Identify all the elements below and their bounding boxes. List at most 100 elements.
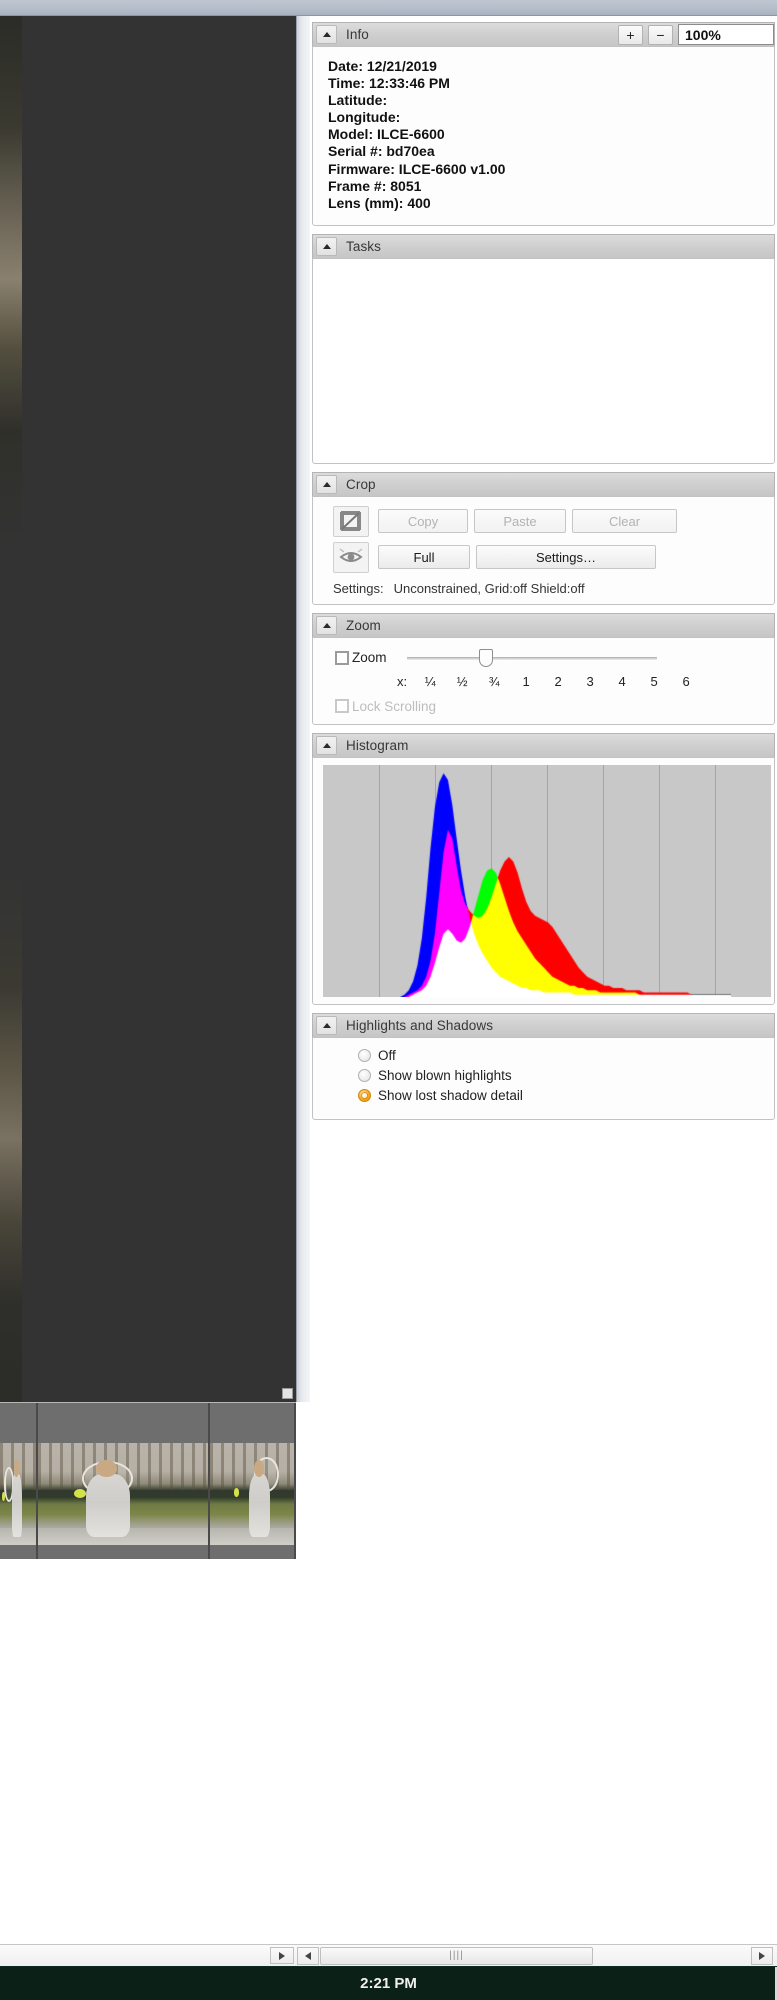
crop-copy-button[interactable]: Copy — [378, 509, 468, 534]
crop-frame-icon[interactable] — [333, 505, 369, 537]
zoom-tick-8[interactable]: 6 — [675, 674, 697, 689]
zoom-toggle-row: Zoom — [313, 648, 774, 667]
list-item[interactable] — [210, 1403, 296, 1559]
panel-zoom-body: Zoom x: ¼ ½ ¾ 1 2 3 4 5 6 Lock Scrolling — [312, 636, 775, 725]
radio-off-label: Off — [378, 1047, 396, 1063]
zoom-tick-0[interactable]: ¼ — [419, 674, 441, 689]
lock-scrolling-checkbox[interactable] — [335, 699, 349, 714]
scrollbar-thumb[interactable]: |||| — [320, 1946, 593, 1965]
zoom-in-button[interactable]: + — [618, 24, 643, 45]
zoom-tick-5[interactable]: 3 — [579, 674, 601, 689]
zoom-slider[interactable] — [406, 648, 657, 667]
zoom-tick-6[interactable]: 4 — [611, 674, 633, 689]
panel-crop-title: Crop — [346, 476, 376, 492]
info-line-firmware: Firmware: ILCE-6600 v1.00 — [328, 160, 506, 177]
panel-info-body: Date: 12/21/2019 Time: 12:33:46 PM Latit… — [312, 46, 775, 226]
info-line-model: Model: ILCE-6600 — [328, 126, 445, 143]
disclosure-triangle-icon[interactable] — [316, 735, 337, 755]
thumbnail-image — [210, 1443, 294, 1545]
radio-option-off[interactable]: Off — [313, 1048, 774, 1063]
crop-settings-value: Unconstrained, Grid:off Shield:off — [393, 580, 585, 596]
histogram-chart[interactable] — [323, 764, 771, 997]
zoom-tick-3[interactable]: 1 — [515, 674, 537, 689]
zoom-slider-thumb[interactable] — [478, 648, 493, 667]
thumbnail-image — [0, 1443, 36, 1545]
zoom-out-button[interactable]: − — [648, 24, 673, 45]
zoom-tick-row: x: ¼ ½ ¾ 1 2 3 4 5 6 — [313, 674, 774, 689]
panel-tasks-header[interactable]: Tasks — [312, 233, 775, 258]
crop-row-2: Full Settings… — [313, 541, 774, 573]
histogram-canvas — [323, 764, 771, 997]
crop-paste-button[interactable]: Paste — [474, 509, 566, 534]
panel-highlights-shadows: Highlights and Shadows Off Show blown hi… — [310, 1012, 777, 1120]
panel-crop: Crop Copy Paste Clear Full Settings… Set… — [310, 471, 777, 605]
scroll-right-button[interactable] — [751, 1946, 773, 1965]
panel-crop-header[interactable]: Crop — [312, 471, 775, 496]
panel-info-header[interactable]: Info + − 100% — [312, 22, 775, 46]
image-viewer[interactable] — [0, 16, 296, 1402]
viewer-photo-edge — [0, 16, 22, 1402]
panel-histogram-title: Histogram — [346, 737, 409, 753]
horizontal-scrollbar[interactable]: |||| — [296, 1944, 777, 1966]
radio-off-icon[interactable] — [358, 1048, 371, 1062]
info-line-serial: Serial #: bd70ea — [328, 143, 435, 160]
thumbnail-image — [38, 1443, 208, 1545]
scroll-left-button[interactable] — [297, 1946, 319, 1965]
taskbar: 2:21 PM — [0, 1966, 777, 2000]
panel-split-gutter[interactable] — [296, 16, 310, 1402]
panel-zoom: Zoom Zoom x: ¼ ½ ¾ 1 2 3 4 5 6 Lock Scro… — [310, 612, 777, 725]
crop-row-1: Copy Paste Clear — [313, 505, 774, 537]
filmstrip[interactable] — [0, 1402, 296, 1559]
lock-scrolling-row: Lock Scrolling — [313, 699, 774, 714]
zoom-tick-1[interactable]: ½ — [451, 674, 473, 689]
list-item[interactable] — [38, 1403, 210, 1559]
panel-tasks-title: Tasks — [346, 238, 382, 254]
panel-crop-body: Copy Paste Clear Full Settings… Settings… — [312, 495, 775, 605]
crop-settings-button[interactable]: Settings… — [476, 545, 656, 570]
info-line-time: Time: 12:33:46 PM — [328, 75, 450, 92]
tool-panel-column: Info + − 100% Date: 12/21/2019 Time: 12:… — [310, 16, 777, 1402]
crop-full-button[interactable]: Full — [378, 545, 470, 570]
panel-tasks: Tasks — [310, 233, 777, 464]
panel-tasks-body[interactable] — [312, 257, 775, 464]
panel-histogram-header[interactable]: Histogram — [312, 732, 775, 757]
radio-option-lost-shadow[interactable]: Show lost shadow detail — [313, 1088, 774, 1103]
viewer-resize-handle[interactable] — [282, 1388, 293, 1399]
panel-highlights-shadows-header[interactable]: Highlights and Shadows — [312, 1012, 775, 1037]
filmstrip-scrollbar[interactable] — [0, 1944, 296, 1966]
zoom-slider-track — [406, 656, 657, 660]
panel-highlights-shadows-title: Highlights and Shadows — [346, 1017, 494, 1033]
panel-histogram-body — [312, 756, 775, 1005]
disclosure-triangle-icon[interactable] — [316, 236, 337, 256]
right-empty-area — [310, 1402, 777, 1944]
info-line-frame: Frame #: 8051 — [328, 177, 422, 194]
eye-icon[interactable] — [333, 541, 369, 573]
panel-zoom-title: Zoom — [346, 617, 381, 633]
zoom-tick-2[interactable]: ¾ — [483, 674, 505, 689]
radio-blown-highlights-icon[interactable] — [358, 1068, 371, 1082]
disclosure-triangle-icon[interactable] — [316, 615, 337, 635]
crop-settings-label: Settings: — [333, 580, 384, 596]
radio-lost-shadow-icon[interactable] — [358, 1088, 371, 1102]
info-line-date: Date: 12/21/2019 — [328, 58, 437, 74]
crop-clear-button[interactable]: Clear — [572, 509, 677, 534]
disclosure-triangle-icon[interactable] — [316, 25, 337, 44]
disclosure-triangle-icon[interactable] — [316, 474, 337, 494]
zoom-tick-4[interactable]: 2 — [547, 674, 569, 689]
radio-blown-highlights-label: Show blown highlights — [378, 1067, 512, 1083]
lock-scrolling-label: Lock Scrolling — [352, 698, 437, 714]
zoom-tick-7[interactable]: 5 — [643, 674, 665, 689]
crop-settings-summary: Settings: Unconstrained, Grid:off Shield:… — [313, 581, 774, 596]
list-item[interactable] — [0, 1403, 38, 1559]
filmstrip-scroll-right-button[interactable] — [270, 1947, 294, 1964]
info-line-latitude: Latitude: — [328, 92, 388, 109]
zoom-checkbox-label: Zoom — [352, 650, 387, 666]
zoom-percent-field[interactable]: 100% — [678, 24, 774, 45]
panel-zoom-header[interactable]: Zoom — [312, 612, 775, 637]
radio-option-blown-highlights[interactable]: Show blown highlights — [313, 1068, 774, 1083]
disclosure-triangle-icon[interactable] — [316, 1015, 337, 1035]
zoom-tick-prefix: x: — [397, 673, 408, 689]
info-line-lens: Lens (mm): 400 — [328, 194, 431, 211]
zoom-checkbox[interactable] — [335, 650, 349, 665]
panel-histogram: Histogram — [310, 732, 777, 1005]
